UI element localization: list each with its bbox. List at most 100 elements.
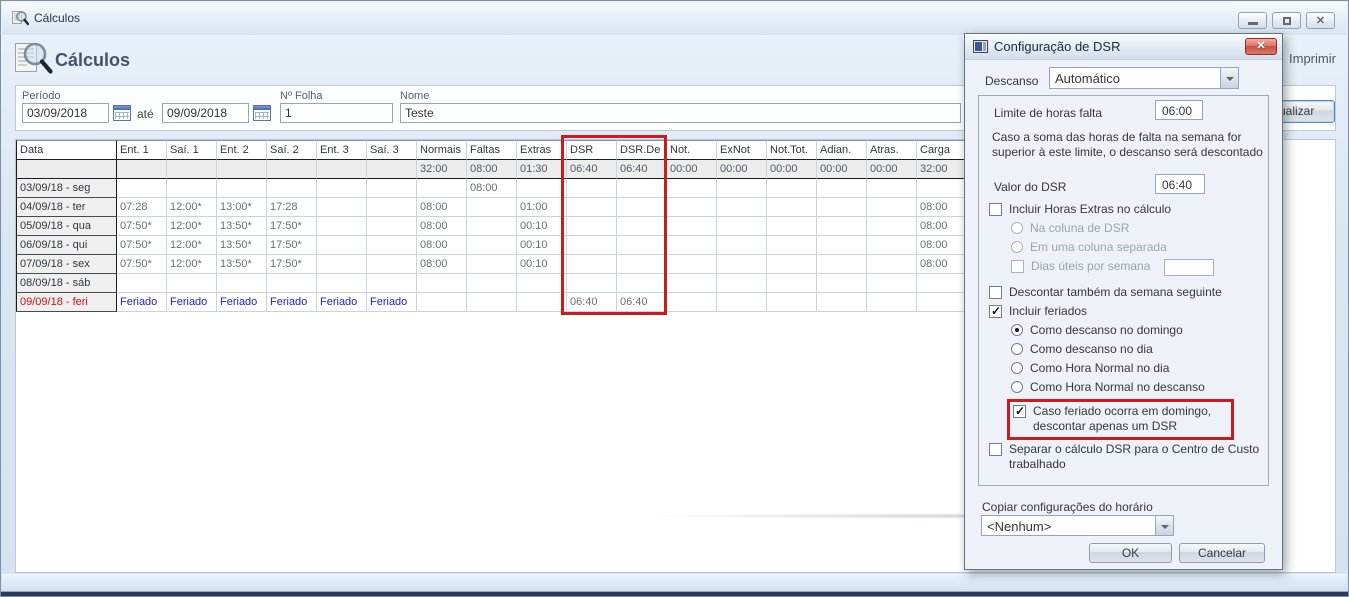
value-cell[interactable] (367, 179, 417, 198)
checkbox-icon[interactable] (989, 443, 1002, 456)
value-cell[interactable] (717, 179, 767, 198)
imprimir-button[interactable]: Imprimir (1289, 51, 1336, 66)
value-cell[interactable] (467, 255, 517, 274)
value-cell[interactable]: 08:00 (417, 236, 467, 255)
value-cell[interactable] (367, 236, 417, 255)
value-cell[interactable]: 12:00* (167, 198, 217, 217)
valor-dsr-input[interactable]: 06:40 (1155, 174, 1205, 194)
value-cell[interactable] (217, 274, 267, 293)
value-cell[interactable]: 08:00 (417, 217, 467, 236)
value-cell[interactable] (167, 179, 217, 198)
value-cell[interactable]: 06:40 (567, 293, 617, 312)
value-cell[interactable] (817, 255, 867, 274)
value-cell[interactable] (317, 198, 367, 217)
checkbox-icon[interactable] (989, 286, 1002, 299)
chevron-down-icon[interactable] (1155, 516, 1173, 535)
date-cell[interactable]: 04/09/18 - ter (16, 198, 117, 217)
value-cell[interactable]: 13:00* (217, 198, 267, 217)
value-cell[interactable] (717, 236, 767, 255)
value-cell[interactable]: 17:50* (267, 255, 317, 274)
descanso-combobox[interactable]: Automático (1049, 67, 1239, 89)
value-cell[interactable] (867, 274, 917, 293)
value-cell[interactable] (517, 293, 567, 312)
value-cell[interactable]: 00:10 (517, 255, 567, 274)
value-cell[interactable] (767, 236, 817, 255)
value-cell[interactable]: 00:10 (517, 217, 567, 236)
value-cell[interactable] (617, 236, 667, 255)
checkbox-icon[interactable] (989, 305, 1002, 318)
chevron-down-icon[interactable] (1220, 68, 1238, 88)
value-cell[interactable]: 07:50* (117, 217, 167, 236)
value-cell[interactable]: 00:10 (517, 236, 567, 255)
value-cell[interactable]: 17:50* (267, 236, 317, 255)
value-cell[interactable] (467, 217, 517, 236)
value-cell[interactable] (867, 179, 917, 198)
value-cell[interactable] (767, 274, 817, 293)
value-cell[interactable]: 08:00 (917, 236, 967, 255)
value-cell[interactable] (367, 274, 417, 293)
date-to-input[interactable]: 09/09/2018 (162, 103, 249, 123)
value-cell[interactable] (817, 198, 867, 217)
value-cell[interactable] (317, 217, 367, 236)
value-cell[interactable] (467, 236, 517, 255)
nome-input[interactable]: Teste (400, 103, 961, 123)
date-cell[interactable]: 08/09/18 - sáb (16, 274, 117, 293)
checkbox-option-incluir-feriados[interactable]: Incluir feriados (989, 304, 1267, 319)
checkbox-option-descontar-tamb-m-da-semana-seg[interactable]: Descontar também da semana seguinte (989, 285, 1267, 300)
value-cell[interactable] (817, 236, 867, 255)
value-cell[interactable]: Feriado (167, 293, 217, 312)
value-cell[interactable]: 07:50* (117, 236, 167, 255)
value-cell[interactable] (567, 236, 617, 255)
value-cell[interactable] (667, 217, 717, 236)
limite-input[interactable]: 06:00 (1155, 100, 1203, 120)
calendar-icon-from[interactable] (113, 105, 131, 121)
value-cell[interactable] (617, 255, 667, 274)
value-cell[interactable] (367, 198, 417, 217)
value-cell[interactable]: 07:28 (117, 198, 167, 217)
value-cell[interactable] (717, 217, 767, 236)
value-cell[interactable]: Feriado (317, 293, 367, 312)
value-cell[interactable]: 17:50* (267, 217, 317, 236)
value-cell[interactable] (717, 255, 767, 274)
close-button[interactable]: ✕ (1306, 12, 1335, 29)
value-cell[interactable] (767, 255, 817, 274)
value-cell[interactable]: 12:00* (167, 217, 217, 236)
radio-icon[interactable] (1011, 362, 1023, 374)
value-cell[interactable]: 08:00 (417, 255, 467, 274)
value-cell[interactable] (267, 179, 317, 198)
value-cell[interactable] (617, 198, 667, 217)
value-cell[interactable] (267, 274, 317, 293)
value-cell[interactable] (117, 179, 167, 198)
value-cell[interactable]: 13:50* (217, 217, 267, 236)
dialog-titlebar[interactable]: Configuração de DSR ✕ (965, 34, 1282, 60)
value-cell[interactable]: 13:50* (217, 255, 267, 274)
value-cell[interactable] (667, 236, 717, 255)
value-cell[interactable] (567, 255, 617, 274)
value-cell[interactable]: 17:28 (267, 198, 317, 217)
value-cell[interactable] (417, 293, 467, 312)
value-cell[interactable]: 08:00 (467, 179, 517, 198)
dialog-close-button[interactable]: ✕ (1245, 38, 1277, 55)
date-from-input[interactable]: 03/09/2018 (22, 103, 109, 123)
value-cell[interactable] (667, 255, 717, 274)
checkbox-icon[interactable] (1013, 405, 1026, 418)
value-cell[interactable]: Feriado (217, 293, 267, 312)
date-cell[interactable]: 05/09/18 - qua (16, 217, 117, 236)
value-cell[interactable] (667, 274, 717, 293)
value-cell[interactable] (867, 217, 917, 236)
date-cell[interactable]: 06/09/18 - qui (16, 236, 117, 255)
value-cell[interactable] (317, 236, 367, 255)
value-cell[interactable]: Feriado (367, 293, 417, 312)
value-cell[interactable] (717, 274, 767, 293)
value-cell[interactable] (517, 179, 567, 198)
value-cell[interactable]: 06:40 (617, 293, 667, 312)
date-cell[interactable]: 09/09/18 - feri (16, 293, 117, 312)
value-cell[interactable]: 08:00 (917, 217, 967, 236)
value-cell[interactable] (467, 198, 517, 217)
value-cell[interactable] (117, 274, 167, 293)
value-cell[interactable] (467, 293, 517, 312)
value-cell[interactable] (867, 293, 917, 312)
value-cell[interactable]: 08:00 (417, 198, 467, 217)
value-cell[interactable] (567, 198, 617, 217)
calendar-icon-to[interactable] (253, 105, 271, 121)
